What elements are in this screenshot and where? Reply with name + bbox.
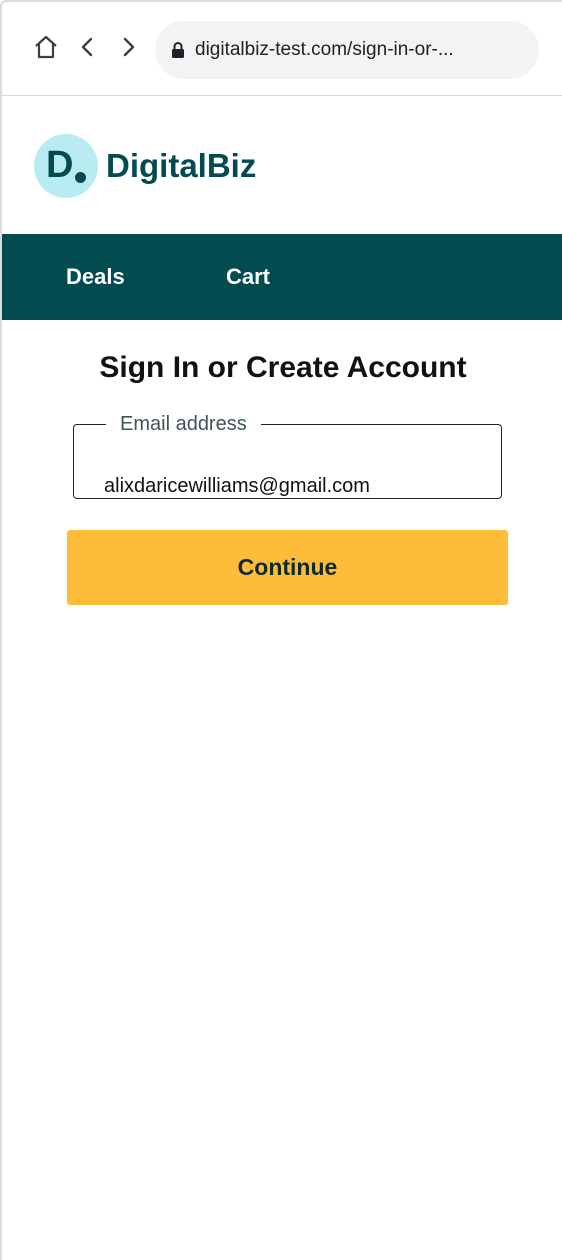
logo-dot [75, 172, 86, 183]
chevron-right-icon [123, 37, 135, 57]
back-button[interactable] [72, 32, 102, 62]
site-header: D DigitalBiz [2, 96, 562, 234]
lock-icon [171, 41, 185, 59]
email-field-group: Email address [73, 412, 502, 502]
continue-button[interactable]: Continue [67, 530, 508, 605]
forward-button[interactable] [114, 32, 144, 62]
logo-badge[interactable]: D [34, 134, 98, 198]
browser-toolbar: digitalbiz-test.com/sign-in-or-... [2, 2, 562, 96]
brand-name[interactable]: DigitalBiz [106, 146, 256, 186]
email-label: Email address [120, 413, 247, 435]
page-frame: digitalbiz-test.com/sign-in-or-... D Dig… [0, 0, 562, 1260]
address-bar[interactable]: digitalbiz-test.com/sign-in-or-... [155, 21, 539, 79]
nav-link-deals[interactable]: Deals [66, 264, 125, 290]
home-button[interactable] [31, 32, 61, 62]
main-nav: Deals Cart [2, 234, 562, 320]
page-title: Sign In or Create Account [99, 351, 467, 384]
home-icon [35, 35, 57, 59]
chevron-left-icon [81, 37, 93, 57]
nav-link-cart[interactable]: Cart [226, 264, 270, 290]
url-text: digitalbiz-test.com/sign-in-or-... [195, 39, 454, 60]
logo-letter: D [46, 144, 74, 186]
email-input[interactable] [104, 470, 484, 502]
